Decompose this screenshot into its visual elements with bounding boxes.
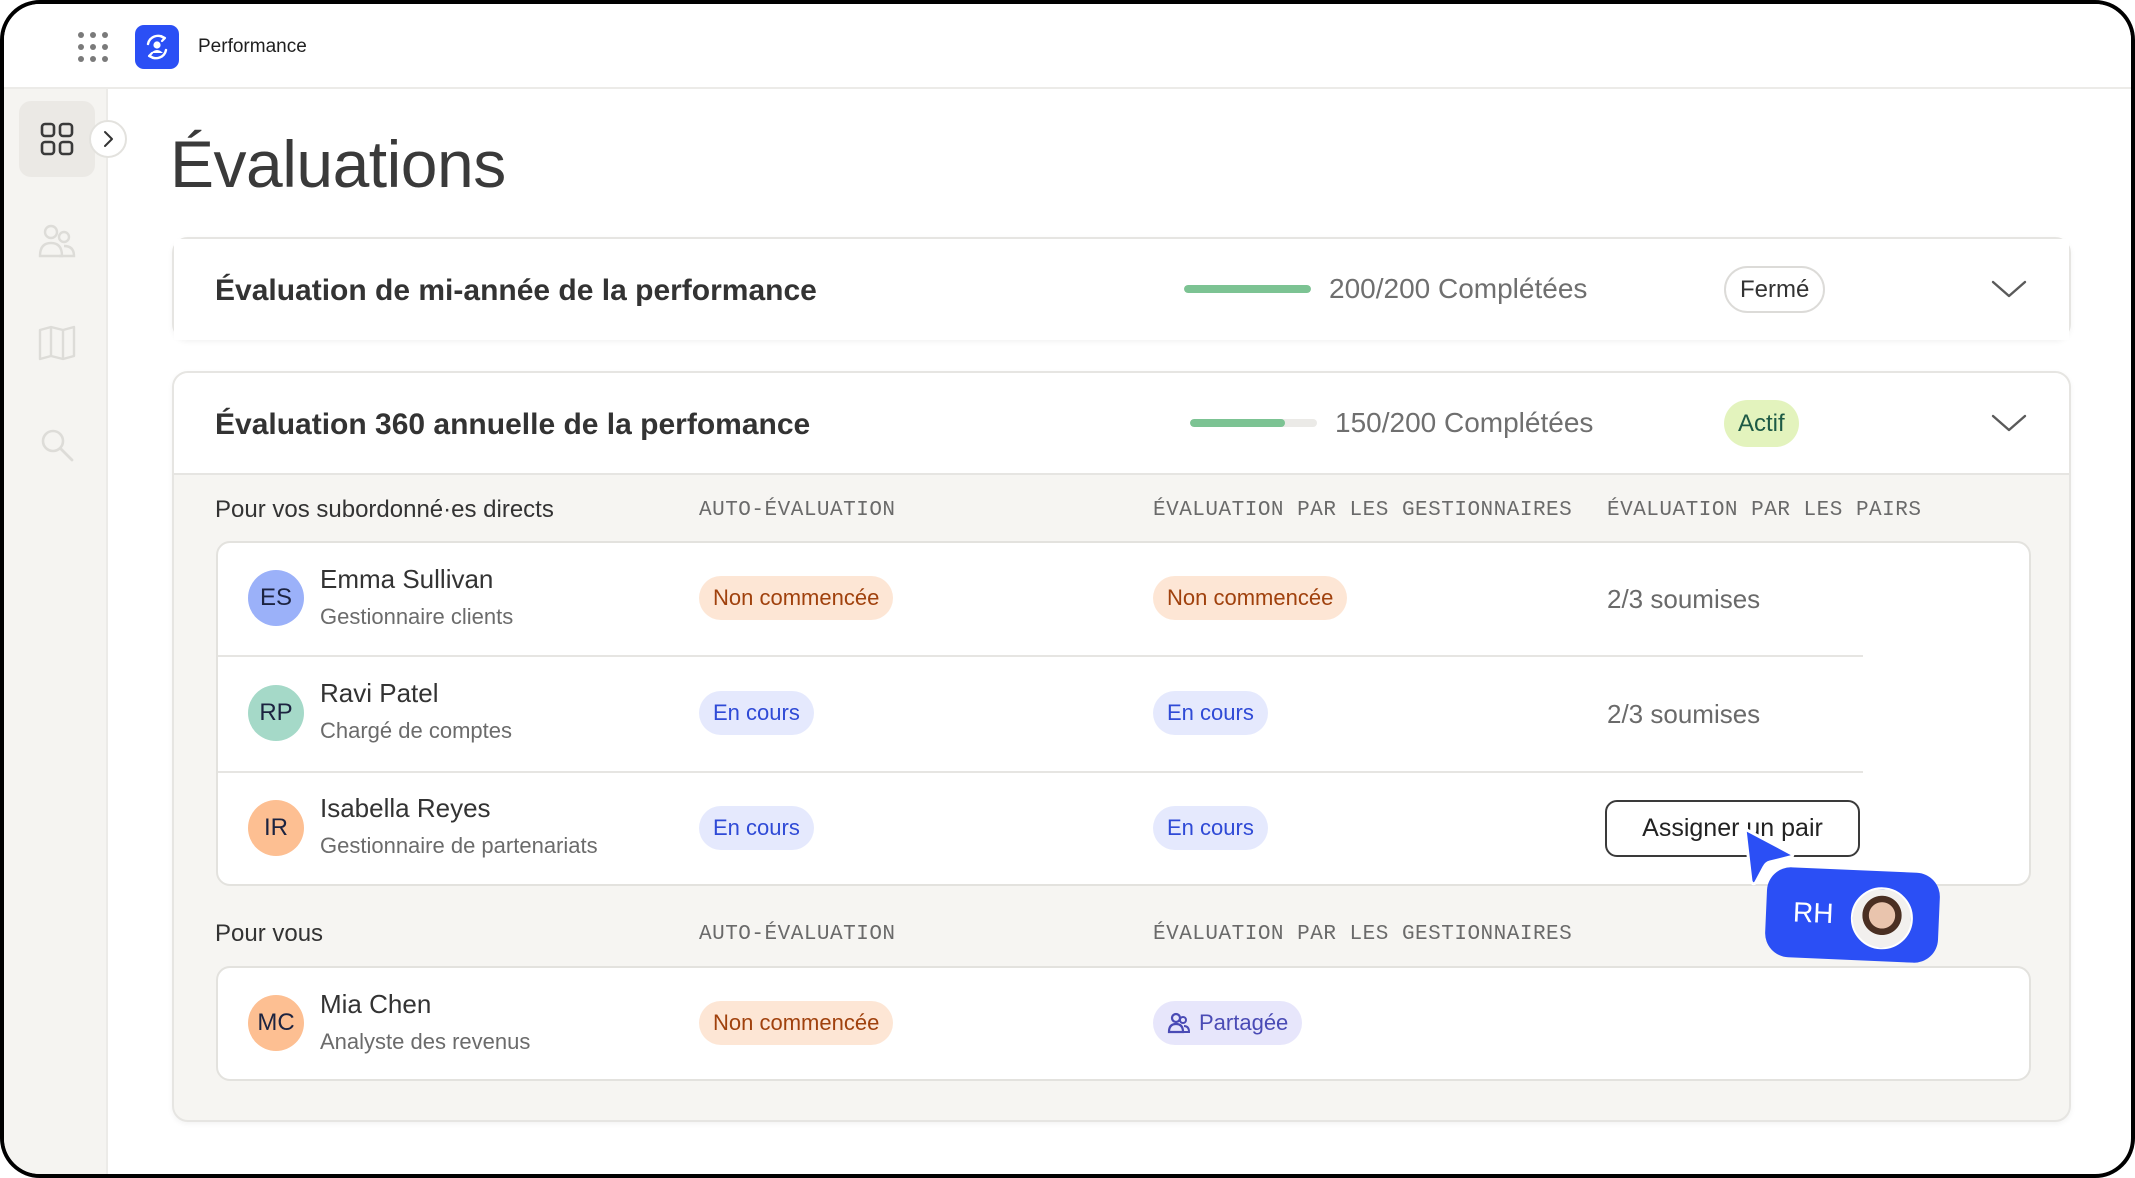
review-card-header[interactable]: Évaluation 360 annuelle de la perfomance…	[174, 373, 2069, 475]
completion-progress-bar	[1190, 419, 1317, 427]
my-reviews-table: MC Mia Chen Analyste des revenus Non com…	[216, 966, 2031, 1081]
person-role: Gestionnaire de partenariats	[320, 833, 598, 858]
review-card-header[interactable]: Évaluation de mi-année de la performance…	[174, 239, 2069, 340]
book-icon	[38, 325, 76, 361]
chevron-down-icon	[1991, 280, 2027, 298]
self-review-status: En cours	[699, 806, 814, 850]
section-label-for-you: Pour vous	[215, 920, 324, 947]
progress-fill	[1190, 419, 1286, 427]
person-cycle-icon	[146, 34, 168, 60]
status-badge: Actif	[1724, 400, 1799, 447]
avatar: ES	[248, 570, 304, 626]
expand-toggle[interactable]	[1989, 403, 2029, 443]
collaborator-initials: RH	[1792, 896, 1835, 930]
avatar: RP	[248, 685, 304, 741]
shared-label: Partagée	[1199, 1010, 1289, 1035]
peer-review-count: 2/3 soumises	[1607, 699, 1761, 729]
manager-review-status: Partagée	[1153, 1001, 1303, 1045]
performance-app-logo[interactable]	[135, 25, 179, 69]
column-header-self-review: AUTO-ÉVALUATION	[699, 499, 896, 522]
page-title: Évaluations	[170, 127, 506, 201]
review-card: Évaluation 360 annuelle de la perfomance…	[172, 371, 2071, 1122]
manager-review-status: Non commencée	[1153, 576, 1348, 620]
grid-icon	[40, 122, 74, 156]
chevron-right-icon	[104, 131, 113, 147]
person-name: Mia Chen	[320, 989, 432, 1019]
completion-progress-bar	[1184, 285, 1311, 293]
assign-peer-button[interactable]: Assigner un pair	[1605, 800, 1860, 857]
person-name: Ravi Patel	[320, 678, 439, 708]
sidebar	[4, 89, 108, 1174]
column-header-manager-review: ÉVALUATION PAR LES GESTIONNAIRES	[1153, 499, 1573, 522]
app-launcher-icon[interactable]	[78, 32, 108, 62]
person-name: Emma Sullivan	[320, 564, 494, 594]
status-badge: Fermé	[1724, 266, 1826, 313]
app-name: Performance	[198, 36, 307, 57]
column-header-self-review: AUTO-ÉVALUATION	[699, 923, 896, 946]
column-header-manager-review: ÉVALUATION PAR LES GESTIONNAIRES	[1153, 923, 1573, 946]
table-row[interactable]: MC Mia Chen Analyste des revenus Non com…	[218, 968, 2029, 1081]
people-icon	[38, 224, 76, 258]
shared-people-icon	[1167, 1012, 1191, 1034]
person-name: Isabella Reyes	[320, 793, 491, 823]
table-row[interactable]: ES Emma Sullivan Gestionnaire clients No…	[218, 543, 2029, 656]
sidebar-item-library[interactable]	[19, 305, 95, 381]
table-row[interactable]: RP Ravi Patel Chargé de comptes En cours…	[218, 657, 2029, 771]
completion-count: 200/200 Complétées	[1329, 273, 1588, 304]
app-window: Performance Évaluations Évaluation de mi…	[0, 0, 2135, 1178]
manager-review-status: En cours	[1153, 691, 1268, 735]
peer-review-count: 2/3 soumises	[1607, 584, 1761, 614]
section-label-direct-reports: Pour vos subordonné·es directs	[215, 496, 554, 523]
person-role: Chargé de comptes	[320, 718, 512, 743]
person-role: Gestionnaire clients	[320, 604, 514, 629]
column-header-peer-review: ÉVALUATION PAR LES PAIRS	[1607, 499, 1922, 522]
progress-fill	[1184, 285, 1311, 293]
manager-review-status: En cours	[1153, 806, 1268, 850]
review-title: Évaluation de mi-année de la performance	[215, 274, 817, 307]
expand-sidebar-button[interactable]	[89, 120, 127, 158]
chevron-down-icon	[1991, 414, 2027, 432]
collaborator-cursor-icon	[1743, 827, 1795, 886]
top-bar: Performance	[4, 4, 2131, 89]
collaborator-avatar	[1849, 885, 1915, 951]
sidebar-item-people[interactable]	[19, 203, 95, 279]
self-review-status: Non commencée	[699, 576, 894, 620]
self-review-status: En cours	[699, 691, 814, 735]
completion-count: 150/200 Complétées	[1335, 407, 1594, 438]
review-title: Évaluation 360 annuelle de la perfomance	[215, 408, 811, 441]
avatar: IR	[248, 800, 304, 856]
person-role: Analyste des revenus	[320, 1029, 531, 1054]
sidebar-item-search[interactable]	[19, 407, 95, 483]
avatar: MC	[248, 995, 304, 1051]
expand-toggle[interactable]	[1989, 269, 2029, 309]
search-icon	[41, 429, 74, 462]
self-review-status: Non commencée	[699, 1001, 894, 1045]
review-card[interactable]: Évaluation de mi-année de la performance…	[172, 237, 2071, 340]
sidebar-item-dashboard[interactable]	[19, 101, 95, 177]
